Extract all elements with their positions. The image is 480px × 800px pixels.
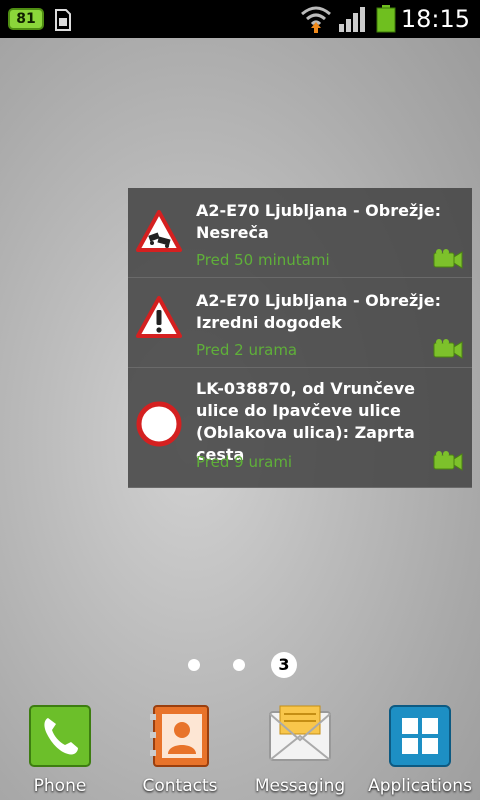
app-label: Applications (368, 776, 472, 796)
danger-warning-sign-icon (136, 296, 182, 342)
item-title: A2-E70 Ljubljana - Obrežje: Nesreča (196, 201, 442, 242)
camera-icon[interactable] (432, 248, 464, 274)
accident-warning-sign-icon (136, 210, 182, 256)
app-label: Phone (33, 776, 87, 796)
app-label: Messaging (254, 776, 346, 796)
road-closed-sign-icon (136, 401, 182, 451)
applications-grid-icon (388, 704, 452, 768)
notification-count-badge: 81 (8, 8, 44, 30)
list-item[interactable]: A2-E70 Ljubljana - Obrežje: Nesreča Pred… (128, 188, 472, 278)
item-time: Pred 50 minutami (196, 251, 330, 269)
app-dock: Phone Contacts Messaging Applications (0, 700, 480, 800)
current-page-indicator: 3 (271, 652, 297, 678)
clock: 18:15 (400, 5, 470, 33)
battery-icon (376, 5, 396, 37)
dock-app-messaging[interactable]: Messaging (240, 700, 360, 800)
phone-icon (28, 704, 92, 768)
wifi-icon (300, 4, 332, 38)
signal-icon (338, 6, 368, 36)
app-label: Contacts (142, 776, 218, 796)
page-dot[interactable] (233, 659, 245, 671)
list-item[interactable]: LK-038870, od Vrunčeve ulice do Ipavčeve… (128, 368, 472, 488)
camera-icon[interactable] (432, 450, 464, 476)
sim-icon (54, 9, 72, 35)
item-time: Pred 9 urami (196, 453, 293, 471)
traffic-widget[interactable]: A2-E70 Ljubljana - Obrežje: Nesreča Pred… (128, 188, 472, 488)
dock-app-applications[interactable]: Applications (360, 700, 480, 800)
item-time: Pred 2 urama (196, 341, 298, 359)
camera-icon[interactable] (432, 338, 464, 364)
messaging-icon (268, 704, 332, 768)
contacts-icon (148, 704, 212, 768)
status-bar[interactable]: 81 18:15 (0, 0, 480, 38)
list-item[interactable]: A2-E70 Ljubljana - Obrežje: Izredni dogo… (128, 278, 472, 368)
item-title: A2-E70 Ljubljana - Obrežje: Izredni dogo… (196, 291, 442, 332)
dock-app-contacts[interactable]: Contacts (120, 700, 240, 800)
dock-app-phone[interactable]: Phone (0, 700, 120, 800)
page-dot[interactable] (188, 659, 200, 671)
page-indicator: 3 (0, 652, 480, 678)
